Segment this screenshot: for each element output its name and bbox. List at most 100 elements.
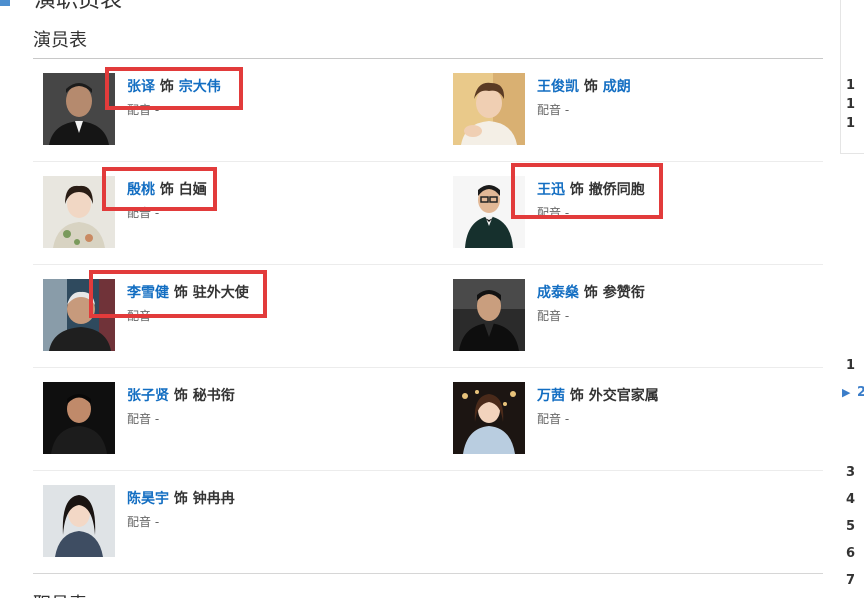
cast-name-line: 成泰燊 饰 参赞衔 [537, 282, 645, 302]
cast-row: 李雪健 饰 驻外大使 配音 - 成泰燊 饰 参赞衔 配音 - [33, 265, 823, 368]
actor-name-link[interactable]: 陈昊宇 [127, 491, 169, 507]
actor-name-link[interactable]: 李雪健 [127, 285, 169, 301]
side-list-number[interactable]: 3 [846, 465, 855, 480]
as-word: 饰 [569, 182, 584, 198]
voice-line: 配音 - [127, 307, 159, 324]
voice-value: - [154, 103, 160, 117]
voice-label: 配音 [537, 103, 562, 117]
cast-name-line: 王俊凯 饰 成朗 [537, 76, 631, 96]
voice-label: 配音 [127, 103, 152, 117]
role-name: 白婳 [178, 182, 207, 198]
cast-item: 殷桃 饰 白婳 配音 - [43, 176, 433, 248]
voice-value: - [154, 206, 160, 220]
voice-value: - [564, 103, 570, 117]
as-word: 饰 [159, 79, 174, 95]
voice-value: - [154, 412, 160, 426]
cast-name-line: 李雪健 饰 驻外大使 [127, 282, 249, 302]
as-word: 饰 [583, 285, 598, 301]
role-name: 驻外大使 [192, 285, 249, 301]
role-name-link[interactable]: 成朗 [603, 79, 631, 95]
cast-name-line: 王迅 饰 撤侨同胞 [537, 179, 645, 199]
voice-value: - [564, 412, 570, 426]
actor-photo[interactable] [43, 382, 115, 454]
crew-heading: 职员表 [33, 590, 87, 598]
voice-value: - [564, 309, 570, 323]
side-list-number-active[interactable]: 2 [857, 385, 864, 400]
role-name-link[interactable]: 宗大伟 [179, 79, 221, 95]
cast-item: 李雪健 饰 驻外大使 配音 - [43, 279, 433, 351]
cast-name-line: 张子贤 饰 秘书衔 [127, 385, 235, 405]
side-list-number[interactable]: 6 [846, 546, 855, 561]
cast-item: 张译 饰 宗大伟 配音 - [43, 73, 433, 145]
cast-item: 张子贤 饰 秘书衔 配音 - [43, 382, 433, 454]
actor-photo[interactable] [453, 73, 525, 145]
actor-photo[interactable] [453, 279, 525, 351]
current-marker-icon: ▶ [842, 386, 851, 399]
actor-photo[interactable] [43, 485, 115, 557]
cast-list: 张译 饰 宗大伟 配音 - 王俊凯 饰 成朗 配音 - 殷桃 饰 白婳 配音 -… [33, 59, 823, 574]
actor-name-link[interactable]: 万茜 [537, 388, 565, 404]
role-name: 外交官家属 [588, 388, 659, 404]
as-word: 饰 [159, 182, 174, 198]
cast-name-line: 陈昊宇 饰 钟冉冉 [127, 488, 235, 508]
cast-item: 万茜 饰 外交官家属 配音 - [453, 382, 843, 454]
cast-row: 张子贤 饰 秘书衔 配音 - 万茜 饰 外交官家属 配音 - [33, 368, 823, 471]
side-list-number[interactable]: 5 [846, 519, 855, 534]
side-list-number[interactable]: 1 [846, 97, 855, 112]
as-word: 饰 [569, 388, 584, 404]
actor-name-link[interactable]: 殷桃 [127, 182, 155, 198]
voice-value: - [154, 309, 160, 323]
actor-photo[interactable] [453, 176, 525, 248]
cast-item: 王俊凯 饰 成朗 配音 - [453, 73, 843, 145]
actor-photo[interactable] [43, 279, 115, 351]
as-word: 饰 [173, 491, 188, 507]
actor-name-link[interactable]: 张译 [127, 79, 155, 95]
voice-line: 配音 - [537, 410, 569, 427]
as-word: 饰 [583, 79, 598, 95]
section-title: 演职员表 [34, 0, 123, 13]
side-list-number[interactable]: 1 [846, 116, 855, 131]
side-list-number[interactable]: 1 [846, 358, 855, 373]
as-word: 饰 [173, 388, 188, 404]
voice-line: 配音 - [127, 410, 159, 427]
voice-line: 配音 - [537, 101, 569, 118]
voice-line: 配音 - [127, 204, 159, 221]
cast-item: 陈昊宇 饰 钟冉冉 配音 - [43, 485, 433, 557]
cast-row: 殷桃 饰 白婳 配音 - 王迅 饰 撤侨同胞 配音 - [33, 162, 823, 265]
voice-value: - [154, 515, 160, 529]
side-list-number[interactable]: 1 [846, 78, 855, 93]
voice-value: - [564, 206, 570, 220]
side-list-number[interactable]: 7 [846, 573, 855, 588]
cast-heading: 演员表 [33, 30, 87, 51]
actor-name-link[interactable]: 王迅 [537, 182, 565, 198]
cast-item: 成泰燊 饰 参赞衔 配音 - [453, 279, 843, 351]
cast-name-line: 万茜 饰 外交官家属 [537, 385, 659, 405]
actor-name-link[interactable]: 张子贤 [127, 388, 169, 404]
voice-label: 配音 [537, 206, 562, 220]
cast-row: 陈昊宇 饰 钟冉冉 配音 - [33, 471, 823, 574]
as-word: 饰 [173, 285, 188, 301]
actor-name-link[interactable]: 王俊凯 [537, 79, 579, 95]
voice-line: 配音 - [537, 204, 569, 221]
cast-item: 王迅 饰 撤侨同胞 配音 - [453, 176, 843, 248]
actor-photo[interactable] [453, 382, 525, 454]
actor-photo[interactable] [43, 73, 115, 145]
role-name: 撤侨同胞 [588, 182, 645, 198]
cast-name-line: 殷桃 饰 白婳 [127, 179, 207, 199]
voice-line: 配音 - [127, 513, 159, 530]
cast-name-line: 张译 饰 宗大伟 [127, 76, 221, 96]
voice-label: 配音 [537, 309, 562, 323]
voice-label: 配音 [127, 412, 152, 426]
voice-label: 配音 [127, 309, 152, 323]
cast-row: 张译 饰 宗大伟 配音 - 王俊凯 饰 成朗 配音 - [33, 59, 823, 162]
role-name: 参赞衔 [602, 285, 645, 301]
voice-line: 配音 - [127, 101, 159, 118]
voice-line: 配音 - [537, 307, 569, 324]
section-accent-bar [0, 0, 10, 6]
role-name: 钟冉冉 [192, 491, 235, 507]
role-name: 秘书衔 [192, 388, 235, 404]
actor-name-link[interactable]: 成泰燊 [537, 285, 579, 301]
actor-photo[interactable] [43, 176, 115, 248]
voice-label: 配音 [127, 515, 152, 529]
side-list-number[interactable]: 4 [846, 492, 855, 507]
